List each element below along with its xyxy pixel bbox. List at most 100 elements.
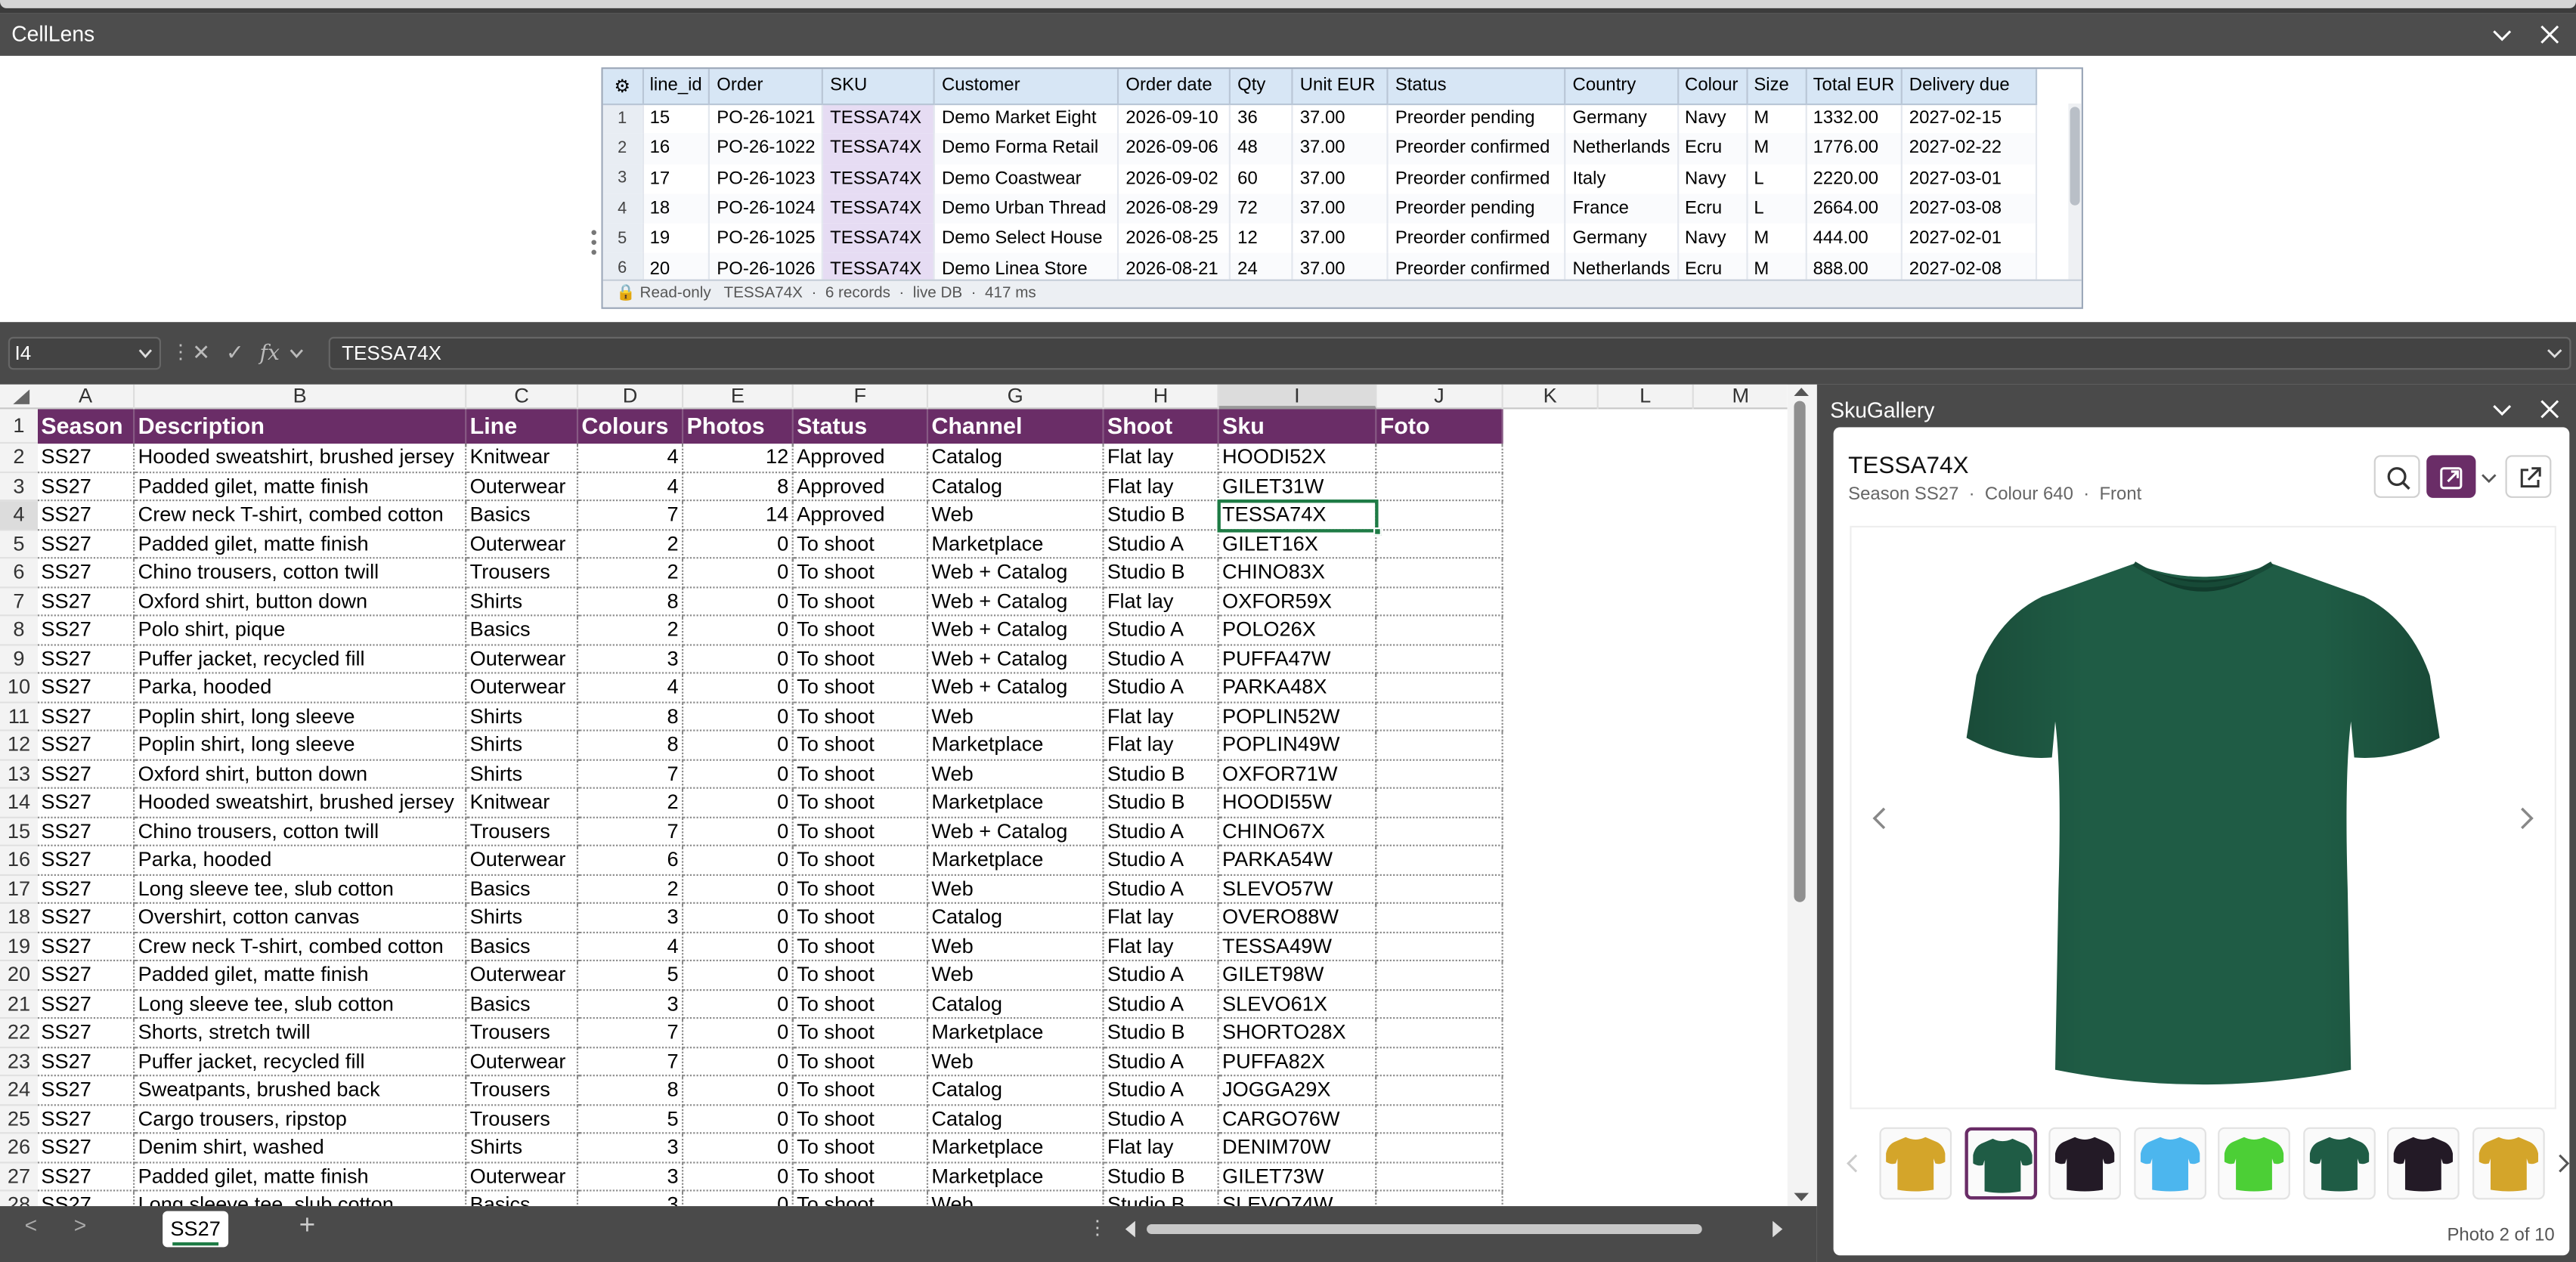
cell[interactable]: SS27 [37, 961, 135, 991]
row-number[interactable]: 4 [0, 501, 38, 530]
horizontal-scroll-thumb[interactable] [1147, 1223, 1702, 1235]
row-number[interactable]: 8 [0, 616, 38, 645]
cell[interactable]: Web [928, 933, 1104, 962]
cell[interactable] [1376, 587, 1503, 617]
row-number[interactable]: 22 [0, 1019, 38, 1048]
cell[interactable]: Outerwear [466, 472, 579, 502]
cell[interactable] [1376, 961, 1503, 991]
open-external-button[interactable] [2505, 455, 2552, 498]
cell[interactable]: To shoot [793, 1076, 929, 1106]
cell[interactable]: 4 [578, 444, 684, 473]
cell[interactable] [1376, 788, 1503, 818]
cell[interactable]: Studio B [1104, 1191, 1219, 1207]
cell[interactable]: Polo shirt, pique [135, 616, 467, 645]
cell[interactable]: Marketplace [928, 1162, 1104, 1192]
cell[interactable]: To shoot [793, 933, 929, 962]
cell[interactable]: Overshirt, cotton canvas [135, 903, 467, 933]
column-header[interactable]: Unit EUR [1292, 69, 1389, 105]
cell[interactable]: Flat lay [1104, 472, 1219, 502]
cell[interactable] [1376, 1047, 1503, 1077]
cell[interactable]: Web + Catalog [928, 616, 1104, 645]
cell[interactable]: 2 [578, 874, 684, 904]
cell[interactable] [1376, 933, 1503, 962]
cell[interactable]: Trousers [466, 1019, 579, 1048]
column-letter-d[interactable]: D [578, 384, 684, 410]
cell[interactable]: To shoot [793, 1134, 929, 1163]
cell[interactable]: 8 [683, 472, 794, 502]
header-cell[interactable]: Sku [1219, 409, 1377, 444]
cell[interactable]: Outerwear [466, 846, 579, 875]
cell[interactable]: Studio B [1104, 558, 1219, 588]
cell[interactable]: 2 [578, 616, 684, 645]
cell[interactable]: Shirts [466, 587, 579, 617]
cell[interactable]: Flat lay [1104, 702, 1219, 732]
cell[interactable] [1376, 645, 1503, 674]
gallery-close-icon[interactable] [2540, 399, 2559, 419]
cell[interactable]: 3 [578, 1162, 684, 1192]
row-number[interactable]: 16 [0, 846, 38, 875]
cell[interactable] [1376, 990, 1503, 1019]
cell[interactable] [1376, 472, 1503, 502]
cell[interactable] [1376, 1134, 1503, 1163]
cell[interactable]: 6 [578, 846, 684, 875]
cell[interactable]: SS27 [37, 817, 135, 846]
cell[interactable]: To shoot [793, 587, 929, 617]
cell[interactable]: 0 [683, 874, 794, 904]
thumbs-prev-icon[interactable] [1847, 1153, 1859, 1173]
cell[interactable]: 0 [683, 1019, 794, 1048]
cell[interactable]: 12 [683, 444, 794, 473]
cell[interactable]: Studio A [1104, 961, 1219, 991]
cell[interactable]: 0 [683, 846, 794, 875]
cell[interactable]: Outerwear [466, 530, 579, 559]
row-number[interactable]: 19 [0, 933, 38, 962]
cell[interactable]: 7 [578, 1047, 684, 1077]
row-number[interactable]: 15 [0, 817, 38, 846]
thumbs-next-icon[interactable] [2556, 1153, 2570, 1173]
formula-input[interactable]: TESSA74X [328, 336, 2571, 370]
cell[interactable]: Padded gilet, matte finish [135, 961, 467, 991]
next-sheet-icon[interactable]: > [74, 1213, 87, 1238]
cell[interactable]: POPLIN52W [1218, 702, 1377, 732]
sheet-tab-ss27[interactable]: SS27 [163, 1211, 229, 1248]
cell[interactable]: GILET98W [1218, 961, 1377, 991]
cell[interactable]: Crew neck T-shirt, combed cotton [135, 933, 467, 962]
more-options-icon[interactable]: ⋮ [171, 340, 190, 363]
cell[interactable]: Marketplace [928, 1134, 1104, 1163]
cell[interactable]: Approved [793, 444, 929, 473]
cell[interactable]: 0 [683, 1191, 794, 1207]
cell[interactable]: SS27 [37, 587, 135, 617]
column-letter-j[interactable]: J [1376, 384, 1503, 410]
cell[interactable]: Shorts, stretch twill [135, 1019, 467, 1048]
cell[interactable]: 2 [578, 558, 684, 588]
cell[interactable]: Approved [793, 501, 929, 530]
cell[interactable]: 8 [578, 587, 684, 617]
cell[interactable] [1376, 444, 1503, 473]
cell[interactable]: 4 [578, 673, 684, 703]
cell[interactable]: Outerwear [466, 961, 579, 991]
table-row[interactable]: 2 16 PO-26-1022 TESSA74X Demo Forma Retail 20… [602, 133, 2038, 164]
cell[interactable]: Shirts [466, 702, 579, 732]
cell[interactable]: Parka, hooded [135, 846, 467, 875]
cell[interactable] [1376, 1105, 1503, 1134]
scroll-up-icon[interactable] [1794, 386, 1809, 397]
cell[interactable] [1376, 846, 1503, 875]
cell[interactable]: Studio B [1104, 501, 1219, 530]
cell[interactable]: Cargo trousers, ripstop [135, 1105, 467, 1134]
cell[interactable]: 3 [578, 990, 684, 1019]
row-number[interactable]: 11 [0, 702, 38, 732]
cell[interactable]: 0 [683, 673, 794, 703]
cell[interactable]: CARGO76W [1218, 1105, 1377, 1134]
cell[interactable]: SS27 [37, 616, 135, 645]
row-number[interactable]: 23 [0, 1047, 38, 1077]
cell[interactable]: Web [928, 961, 1104, 991]
cell[interactable]: To shoot [793, 990, 929, 1019]
dropdown-chevron-icon[interactable] [2481, 472, 2497, 484]
main-photo[interactable] [1850, 525, 2556, 1109]
row-number[interactable]: 18 [0, 903, 38, 933]
cell[interactable]: 0 [683, 731, 794, 760]
fx-chevron-icon[interactable] [289, 347, 304, 360]
cell[interactable]: 2 [578, 788, 684, 818]
cell[interactable]: To shoot [793, 903, 929, 933]
cell[interactable]: Web [928, 702, 1104, 732]
cell[interactable]: To shoot [793, 731, 929, 760]
